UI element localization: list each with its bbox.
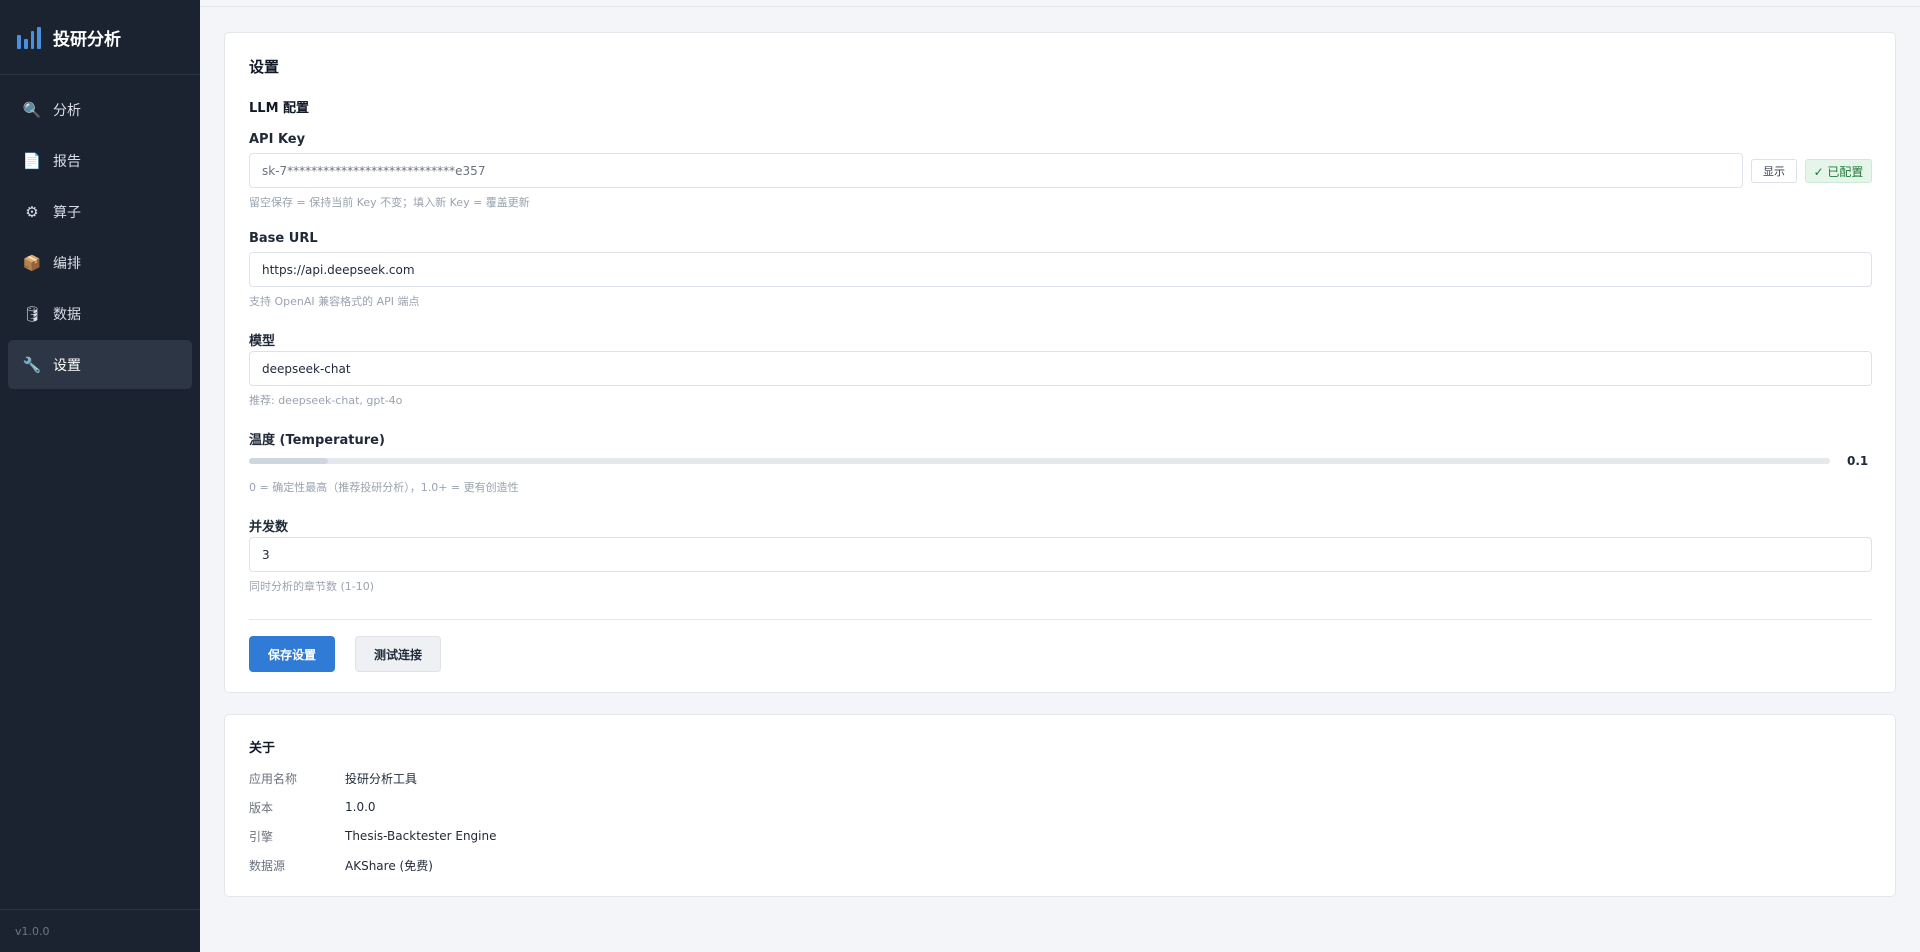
sidebar-item-operators[interactable]: ⚙ 算子: [8, 187, 192, 236]
divider: [249, 619, 1872, 620]
sidebar-item-label: 算子: [53, 204, 81, 221]
save-settings-button[interactable]: 保存设置: [249, 636, 335, 672]
concurrency-hint: 同时分析的章节数 (1-10): [249, 580, 375, 593]
base-url-label: Base URL: [249, 231, 318, 246]
status-badge: ✓ 已配置: [1805, 159, 1872, 183]
database-icon: 🛢: [22, 304, 42, 323]
document-icon: 📄: [22, 151, 42, 170]
gear-icon: ⚙: [25, 202, 39, 221]
page-title: 设置: [249, 58, 280, 76]
bar-chart-icon: [17, 25, 41, 49]
sidebar-item-analysis[interactable]: 🔍 分析: [8, 85, 192, 134]
base-url-input[interactable]: https://api.deepseek.com: [249, 252, 1872, 287]
api-key-input[interactable]: sk-7****************************e357: [249, 153, 1743, 188]
temperature-slider-fill: [249, 458, 329, 464]
about-key: 数据源: [249, 858, 286, 873]
about-card: 关于 应用名称 投研分析工具 版本 1.0.0 引擎 Thesis-Backte…: [224, 714, 1896, 897]
brand[interactable]: 投研分析: [0, 0, 200, 75]
about-title: 关于: [249, 741, 276, 756]
sidebar-item-label: 数据: [53, 306, 81, 323]
model-input[interactable]: deepseek-chat: [249, 351, 1872, 386]
about-key: 引擎: [249, 829, 274, 844]
about-key: 版本: [249, 800, 274, 815]
temperature-value: 0.1: [1847, 454, 1869, 468]
temperature-slider[interactable]: [249, 458, 1830, 464]
wrench-icon: 🔧: [22, 355, 42, 374]
about-row: 应用名称 投研分析工具: [249, 769, 417, 787]
version-label: v1.0.0: [0, 909, 200, 952]
sidebar-item-data[interactable]: 🛢 数据: [8, 289, 192, 338]
brand-title: 投研分析: [53, 29, 121, 50]
temperature-label: 温度 (Temperature): [249, 433, 385, 448]
about-value: 1.0.0: [345, 800, 376, 814]
sidebar-item-label: 报告: [53, 153, 81, 170]
about-value: AKShare (免费): [345, 858, 433, 873]
api-key-hint: 留空保存 = 保持当前 Key 不变；填入新 Key = 覆盖更新: [249, 196, 530, 209]
sidebar-nav: 🔍 分析 📄 报告 ⚙ 算子 📦 编排 🛢 数据 🔧 设置: [0, 75, 200, 389]
about-row: 版本 1.0.0: [249, 798, 376, 816]
test-connection-button[interactable]: 测试连接: [355, 636, 441, 672]
base-url-hint: 支持 OpenAI 兼容格式的 API 端点: [249, 295, 420, 308]
about-row: 引擎 Thesis-Backtester Engine: [249, 827, 497, 845]
concurrency-input[interactable]: 3: [249, 537, 1872, 572]
sidebar-item-orchestration[interactable]: 📦 编排: [8, 238, 192, 287]
about-value: Thesis-Backtester Engine: [345, 829, 497, 843]
package-icon: 📦: [22, 253, 42, 272]
about-value: 投研分析工具: [345, 771, 418, 786]
concurrency-label: 并发数: [249, 520, 289, 535]
search-icon: 🔍: [22, 100, 42, 119]
model-label: 模型: [249, 334, 276, 349]
api-key-label: API Key: [249, 132, 306, 147]
sidebar-item-label: 设置: [53, 357, 81, 374]
sidebar-item-reports[interactable]: 📄 报告: [8, 136, 192, 185]
settings-card: 设置 LLM 配置 API Key sk-7******************…: [224, 32, 1896, 693]
about-row: 数据源 AKShare (免费): [249, 856, 433, 874]
sidebar: 投研分析 🔍 分析 📄 报告 ⚙ 算子 📦 编排 🛢 数据 🔧 设置 v1.0.…: [0, 0, 200, 952]
sidebar-item-settings[interactable]: 🔧 设置: [8, 340, 192, 389]
top-divider: [200, 6, 1920, 7]
model-hint: 推荐: deepseek-chat, gpt-4o: [249, 394, 403, 407]
sidebar-item-label: 分析: [53, 102, 81, 119]
llm-section-title: LLM 配置: [249, 101, 310, 116]
sidebar-item-label: 编排: [53, 255, 81, 272]
about-key: 应用名称: [249, 771, 298, 786]
show-key-button[interactable]: 显示: [1751, 159, 1797, 183]
temperature-hint: 0 = 确定性最高（推荐投研分析），1.0+ = 更有创造性: [249, 481, 519, 494]
